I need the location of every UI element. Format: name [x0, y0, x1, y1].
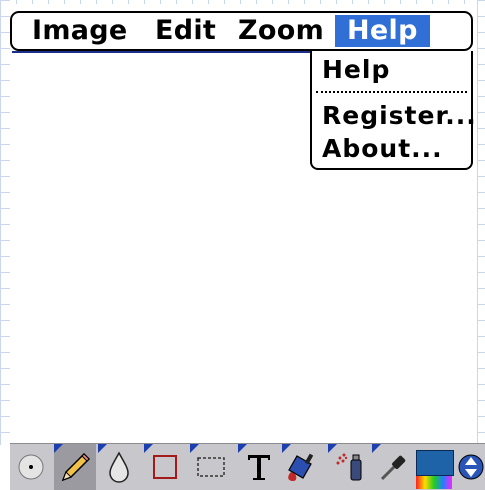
- menu-edit[interactable]: Edit: [149, 15, 222, 47]
- tool-corner-marker: [328, 444, 337, 453]
- pencil-tool[interactable]: [54, 444, 96, 490]
- menu-image[interactable]: Image: [26, 15, 134, 47]
- rectangle-icon: [153, 455, 177, 479]
- grid-top-strip: [0, 0, 485, 4]
- spray-can-icon: [336, 453, 362, 481]
- tool-corner-marker: [144, 444, 153, 453]
- scroll-arrows[interactable]: [456, 444, 485, 490]
- rectangle-tool[interactable]: [144, 444, 186, 490]
- tool-corner-marker: [282, 444, 291, 453]
- tool-corner-marker: [190, 444, 199, 453]
- help-dropdown-menu: Help Register... About...: [310, 51, 476, 170]
- dot-brush-icon: [18, 454, 44, 480]
- spray-can-tool[interactable]: [328, 444, 370, 490]
- paint-bucket-icon: [288, 453, 314, 481]
- menu-bar: Image Edit Zoom Help: [10, 11, 473, 51]
- pencil-icon: [61, 452, 91, 482]
- menu-item-help[interactable]: Help: [322, 55, 390, 85]
- water-drop-tool[interactable]: [98, 444, 140, 490]
- dot-brush-tool[interactable]: [10, 444, 52, 490]
- scroll-arrows-icon: [458, 454, 483, 480]
- tool-corner-marker: [372, 444, 381, 453]
- tool-corner-marker: [238, 444, 247, 453]
- tool-corner-marker: [54, 444, 63, 453]
- menu-zoom[interactable]: Zoom: [232, 15, 330, 47]
- text-icon: [248, 455, 270, 480]
- eyedropper-tool[interactable]: [372, 444, 414, 490]
- current-color-swatch: [416, 450, 454, 476]
- menu-separator: [316, 91, 467, 93]
- tool-corner-marker: [98, 444, 107, 453]
- tool-palette: [10, 443, 485, 490]
- water-drop-icon: [109, 451, 129, 483]
- menu-item-about[interactable]: About...: [322, 134, 443, 164]
- menu-help[interactable]: Help: [335, 15, 430, 47]
- selection-tool[interactable]: [190, 444, 232, 490]
- color-swatch[interactable]: [414, 444, 454, 490]
- text-tool[interactable]: [238, 444, 280, 490]
- paint-bucket-tool[interactable]: [282, 444, 324, 490]
- color-palette-strip: [416, 476, 452, 489]
- menu-item-register[interactable]: Register...: [322, 101, 477, 131]
- grid-left-strip: [0, 0, 10, 445]
- eyedropper-icon: [380, 455, 406, 481]
- grid-right-strip: [477, 0, 485, 445]
- selection-icon: [197, 457, 225, 477]
